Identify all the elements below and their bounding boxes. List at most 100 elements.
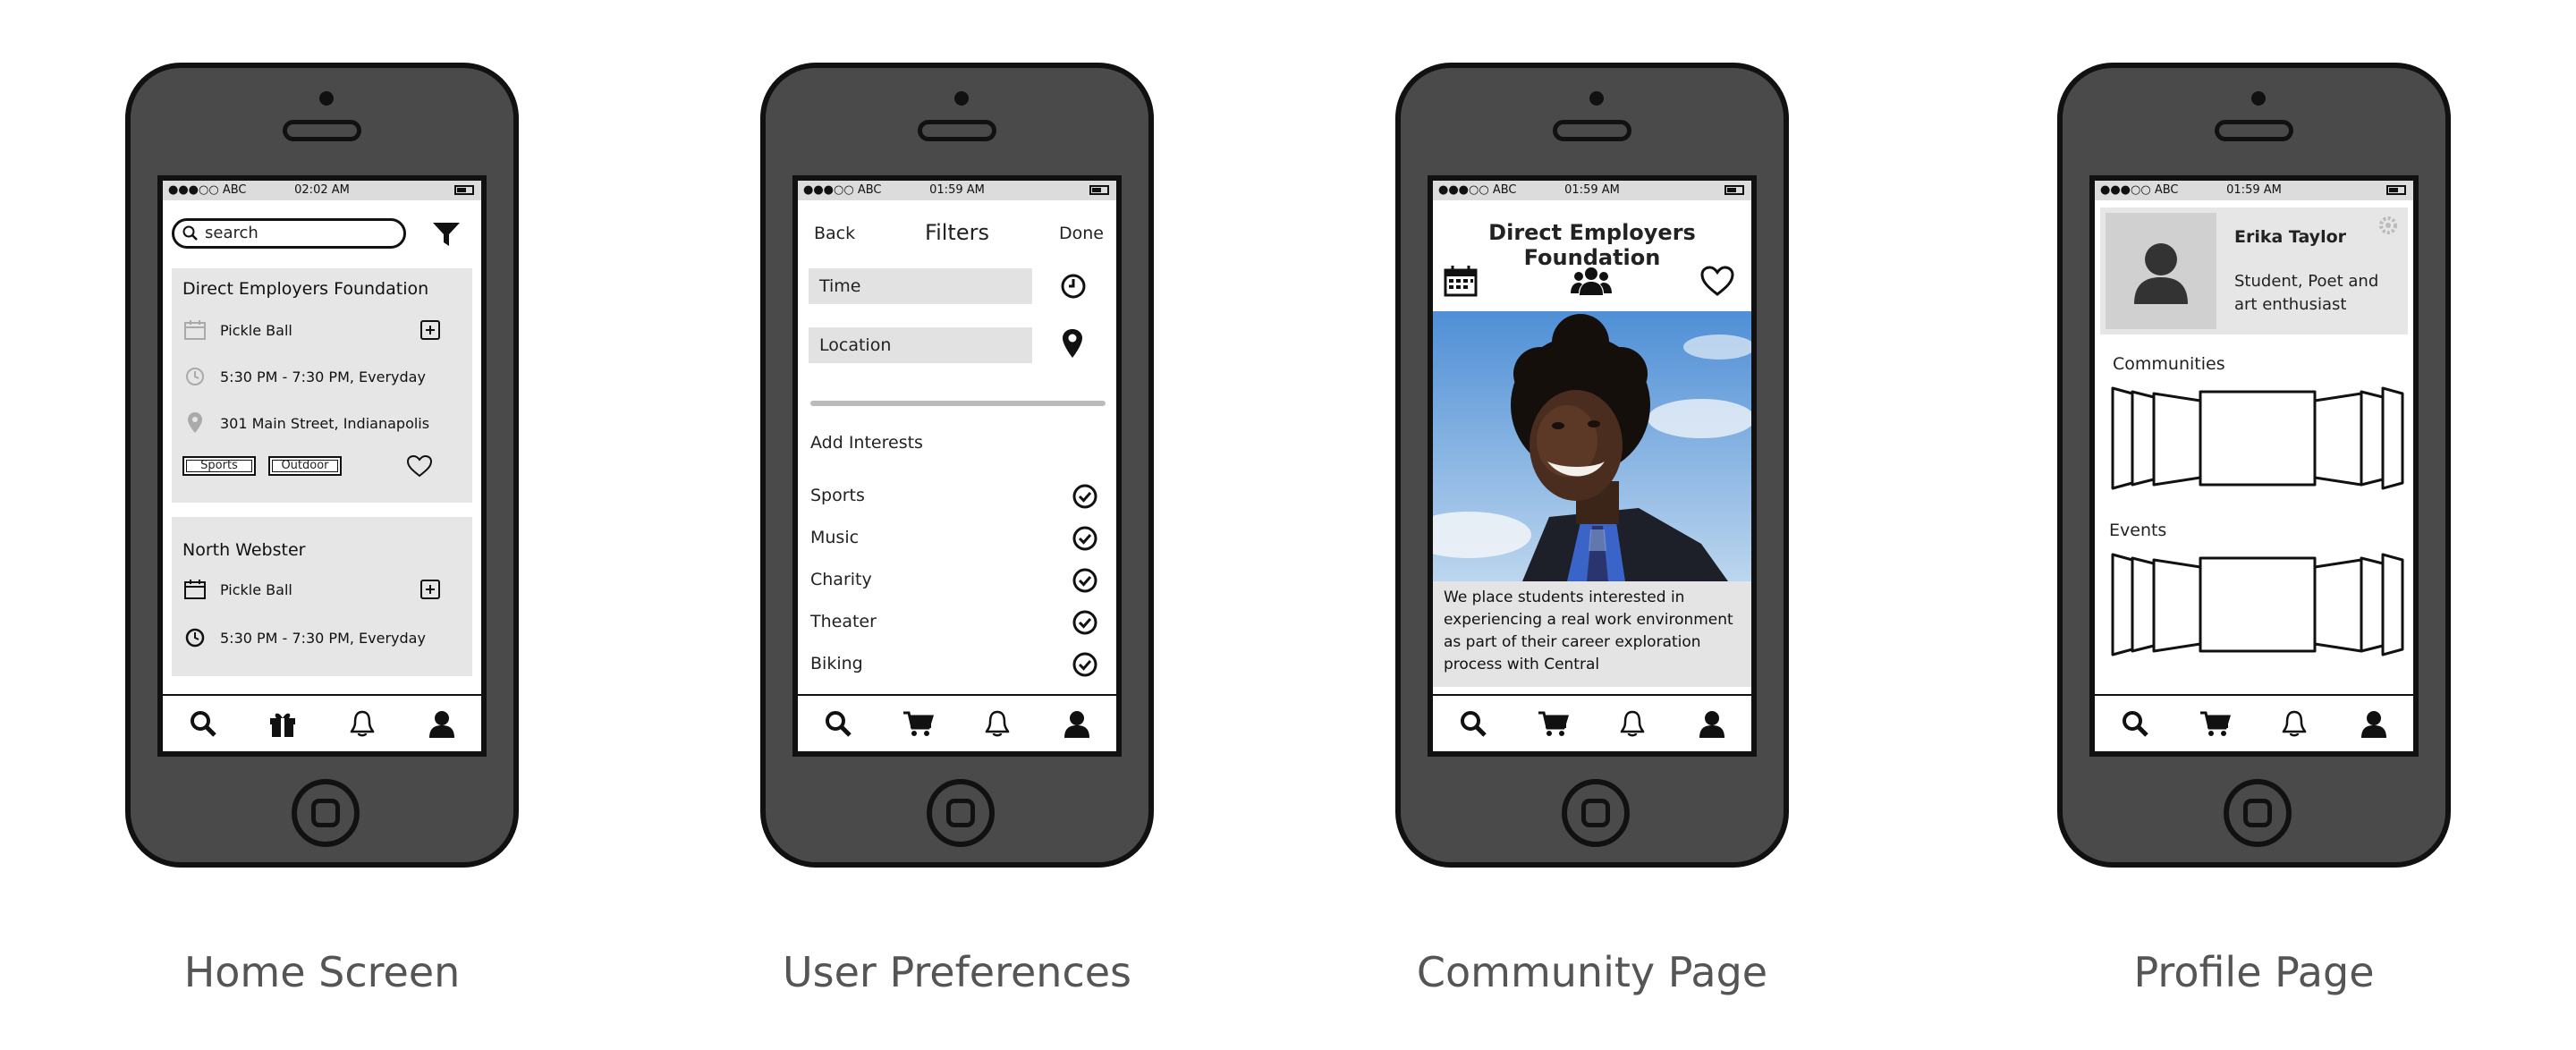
interest-label: Sports (810, 486, 865, 505)
activity-time: 5:30 PM - 7:30 PM, Everyday (220, 368, 426, 385)
bell-icon[interactable] (344, 706, 380, 741)
status-time: 01:59 AM (929, 183, 985, 197)
gift-icon[interactable] (265, 706, 301, 741)
phone-screen: ●●●○○ ABC 02:02 AM search Direct Employe… (157, 175, 487, 757)
location-field[interactable]: Location (809, 327, 1032, 363)
check-circle-icon[interactable] (1072, 651, 1098, 678)
activity-name: Pickle Ball (220, 580, 292, 598)
phone-screen: ●●●○○ ABC 01:59 AM Direct Employers Foun… (1428, 175, 1757, 757)
bell-icon[interactable] (2276, 706, 2312, 741)
phone-frame: ●●●○○ ABC 01:59 AM Back Filters Done Tim… (760, 63, 1154, 868)
community-action-bar (1433, 261, 1751, 304)
search-icon[interactable] (820, 706, 856, 741)
earpiece-speaker (283, 120, 361, 141)
status-bar: ●●●○○ ABC 01:59 AM (1433, 181, 1751, 200)
tag-outdoor[interactable]: Outdoor (268, 456, 342, 476)
user-icon[interactable] (1694, 706, 1730, 741)
search-input[interactable]: search (172, 218, 406, 249)
user-icon[interactable] (424, 706, 460, 741)
group-icon[interactable] (1571, 265, 1612, 297)
status-bar: ●●●○○ ABC 02:02 AM (163, 181, 481, 200)
card-title: North Webster (182, 540, 306, 560)
clock-icon[interactable] (1059, 272, 1088, 301)
phone-screen: ●●●○○ ABC 01:59 AM Erika Taylor Student,… (2089, 175, 2419, 757)
section-heading: Add Interests (810, 433, 923, 453)
interest-item[interactable]: Music (810, 520, 1106, 555)
user-icon[interactable] (2356, 706, 2392, 741)
front-camera (319, 91, 334, 106)
done-button[interactable]: Done (1059, 224, 1104, 243)
bell-icon[interactable] (979, 706, 1015, 741)
battery-icon (1724, 185, 1744, 195)
profile-page-column: ●●●○○ ABC 01:59 AM Erika Taylor Student,… (2021, 0, 2487, 1050)
events-carousel[interactable] (2107, 549, 2408, 662)
front-camera (1589, 91, 1604, 106)
filter-icon[interactable] (431, 220, 462, 249)
user-icon[interactable] (1059, 706, 1095, 741)
time-row: 5:30 PM - 7:30 PM, Everyday (182, 626, 426, 649)
activity-row: Pickle Ball (182, 318, 292, 342)
cart-icon[interactable] (2197, 706, 2233, 741)
location-pin-icon (182, 411, 208, 435)
screen-caption: Profile Page (2133, 948, 2375, 996)
gear-icon[interactable] (2377, 215, 2399, 236)
home-button[interactable] (1562, 779, 1630, 847)
calendar-icon (182, 318, 208, 342)
interest-label: Music (810, 528, 860, 547)
add-button[interactable] (420, 580, 440, 599)
bell-icon[interactable] (1614, 706, 1650, 741)
interest-label: Biking (810, 654, 863, 673)
check-circle-icon[interactable] (1072, 525, 1098, 552)
profile-name: Erika Taylor (2234, 227, 2347, 247)
battery-icon (2386, 185, 2406, 195)
tag-sports[interactable]: Sports (182, 456, 256, 476)
cart-icon[interactable] (1535, 706, 1571, 741)
profile-card: Erika Taylor Student, Poet and art enthu… (2100, 207, 2408, 334)
location-pin-icon[interactable] (1059, 327, 1086, 360)
activity-name: Pickle Ball (220, 321, 292, 339)
interest-item[interactable]: Charity (810, 562, 1106, 597)
avatar[interactable] (2106, 213, 2216, 329)
home-button[interactable] (292, 779, 360, 847)
earpiece-speaker (1553, 120, 1631, 141)
check-circle-icon[interactable] (1072, 567, 1098, 594)
interest-item[interactable]: Theater (810, 604, 1106, 639)
cart-icon[interactable] (900, 706, 936, 741)
check-circle-icon[interactable] (1072, 609, 1098, 636)
section-divider (810, 401, 1106, 406)
calendar-icon[interactable] (1444, 265, 1478, 297)
search-icon[interactable] (2117, 706, 2153, 741)
battery-icon (454, 185, 474, 195)
phone-frame: ●●●○○ ABC 02:02 AM search Direct Employe… (125, 63, 519, 868)
home-button[interactable] (927, 779, 995, 847)
status-bar: ●●●○○ ABC 01:59 AM (2095, 181, 2413, 200)
status-bar: ●●●○○ ABC 01:59 AM (798, 181, 1116, 200)
add-button[interactable] (420, 320, 440, 340)
time-field[interactable]: Time (809, 268, 1032, 304)
list-item[interactable]: Direct Employers Foundation Pickle Ball … (172, 268, 472, 503)
interest-item[interactable]: Sports (810, 478, 1106, 513)
phone-screen: ●●●○○ ABC 01:59 AM Back Filters Done Tim… (792, 175, 1122, 757)
status-time: 02:02 AM (294, 183, 350, 197)
profile-bio: Student, Poet and art enthusiast (2234, 272, 2379, 314)
address-row: 301 Main Street, Indianapolis (182, 411, 429, 435)
section-heading: Events (2109, 521, 2167, 540)
search-icon[interactable] (1455, 706, 1491, 741)
communities-carousel[interactable] (2107, 383, 2408, 495)
check-circle-icon[interactable] (1072, 483, 1098, 510)
home-button[interactable] (2224, 779, 2292, 847)
interest-item[interactable]: Biking (810, 646, 1106, 682)
front-camera (954, 91, 969, 106)
list-item[interactable]: North Webster Pickle Ball 5:30 PM - 7:30… (172, 517, 472, 676)
heart-icon[interactable] (1699, 265, 1735, 297)
home-screen-column: ●●●○○ ABC 02:02 AM search Direct Employe… (89, 0, 555, 1050)
search-icon[interactable] (185, 706, 221, 741)
community-description: We place students interested in experien… (1433, 581, 1751, 687)
community-photo (1433, 311, 1751, 581)
status-time: 01:59 AM (2226, 183, 2282, 197)
heart-icon[interactable] (406, 454, 433, 478)
tab-bar (163, 694, 481, 751)
user-preferences-column: ●●●○○ ABC 01:59 AM Back Filters Done Tim… (724, 0, 1190, 1050)
user-icon (2134, 243, 2188, 304)
time-row: 5:30 PM - 7:30 PM, Everyday (182, 365, 426, 388)
